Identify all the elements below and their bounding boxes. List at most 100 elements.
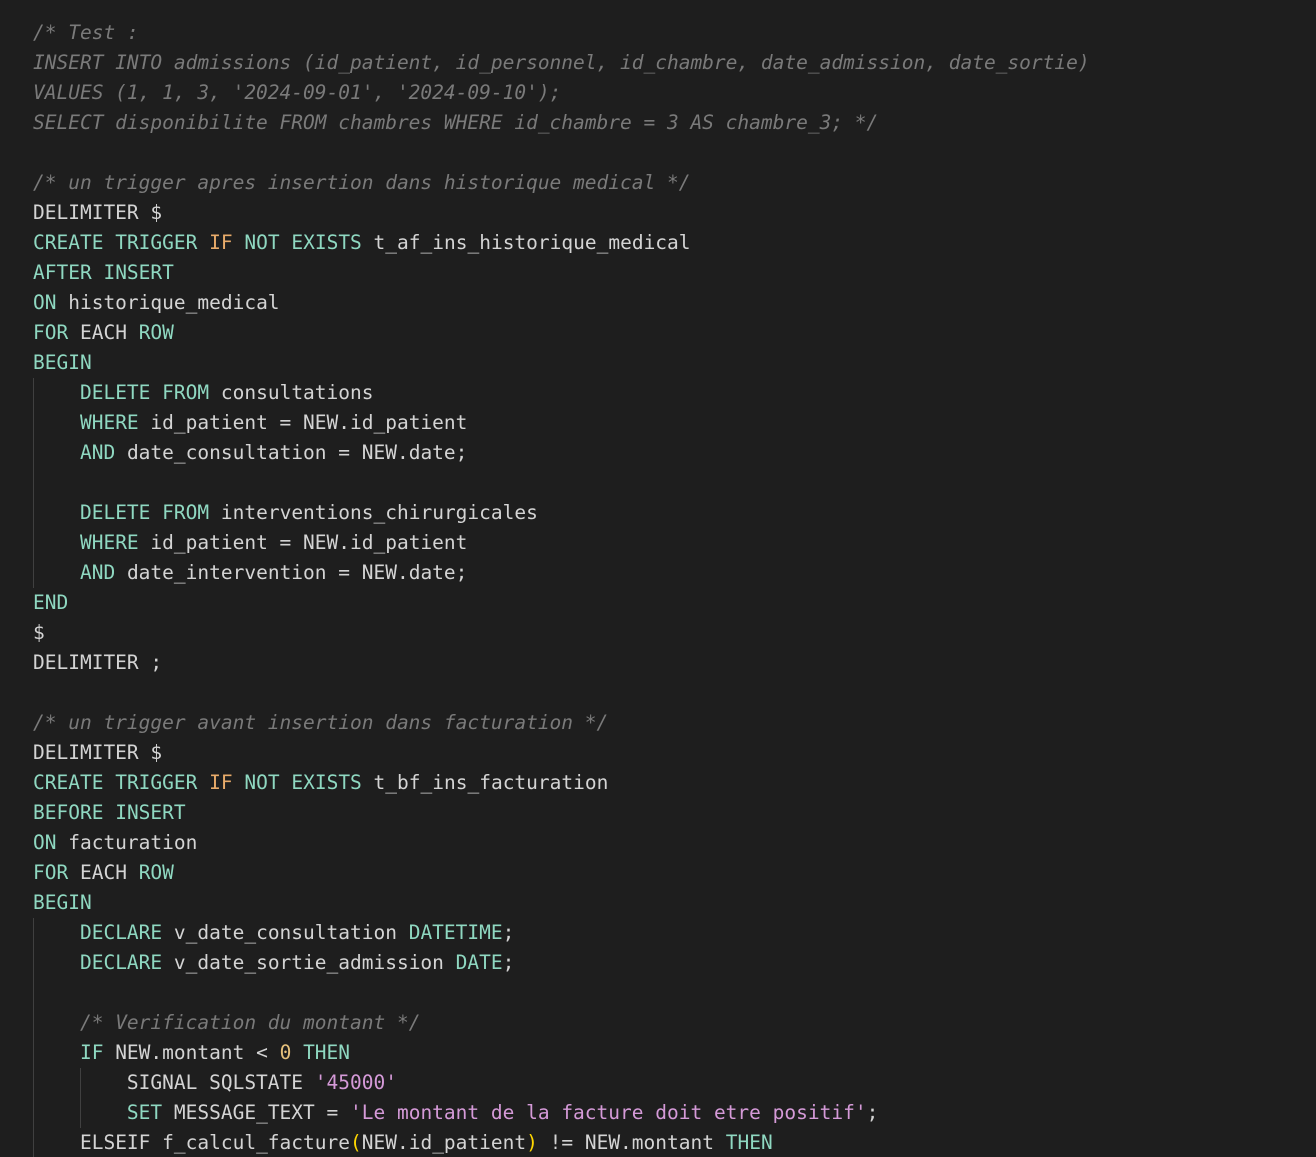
- code-token: IF: [209, 231, 233, 254]
- code-token: id_patient = NEW.id_patient: [138, 411, 468, 434]
- code-token: ROW: [138, 321, 174, 344]
- code-line[interactable]: IF NEW.montant < 0 THEN: [33, 1038, 1090, 1068]
- indent-guide: [33, 1068, 34, 1098]
- code-token: INSERT INTO admissions (id_patient, id_p…: [33, 51, 1090, 74]
- code-token: INSERT: [103, 261, 174, 284]
- code-line[interactable]: SELECT disponibilite FROM chambres WHERE…: [33, 108, 1090, 138]
- code-line[interactable]: DELIMITER $: [33, 198, 1090, 228]
- code-line[interactable]: [33, 138, 1090, 168]
- code-token: NOT: [244, 771, 280, 794]
- code-line[interactable]: DELETE FROM interventions_chirurgicales: [33, 498, 1090, 528]
- code-token: BEGIN: [33, 351, 92, 374]
- indent-guide: [33, 378, 34, 408]
- code-line[interactable]: INSERT INTO admissions (id_patient, id_p…: [33, 48, 1090, 78]
- code-line[interactable]: DELETE FROM consultations: [33, 378, 1090, 408]
- code-line[interactable]: FOR EACH ROW: [33, 318, 1090, 348]
- code-line[interactable]: [33, 468, 1090, 498]
- code-token: AND: [79, 561, 116, 584]
- code-token: THEN: [303, 1041, 351, 1064]
- indent-guide: [33, 1128, 34, 1157]
- code-token: DELIMITER $: [33, 741, 163, 764]
- code-token: SET: [126, 1101, 163, 1124]
- code-line[interactable]: WHERE id_patient = NEW.id_patient: [33, 408, 1090, 438]
- code-line[interactable]: FOR EACH ROW: [33, 858, 1090, 888]
- code-editor[interactable]: /* Test : INSERT INTO admissions (id_pati…: [0, 0, 1316, 1157]
- code-token: FOR: [33, 321, 69, 344]
- code-line[interactable]: AFTER INSERT: [33, 258, 1090, 288]
- indent-guide: [79, 1098, 81, 1128]
- code-line[interactable]: END: [33, 588, 1090, 618]
- code-token: EACH: [68, 321, 139, 344]
- code-line[interactable]: VALUES (1, 1, 3, '2024-09-01', '2024-09-…: [33, 78, 1090, 108]
- indent-guide: [33, 1038, 34, 1068]
- indent-guide: [33, 978, 34, 1008]
- indent-guide: [33, 1008, 34, 1038]
- code-token: INSERT: [115, 801, 186, 824]
- code-line[interactable]: DELIMITER ;: [33, 648, 1090, 678]
- code-line[interactable]: CREATE TRIGGER IF NOT EXISTS t_af_ins_hi…: [33, 228, 1090, 258]
- code-line[interactable]: /* Verification du montant */: [33, 1008, 1090, 1038]
- code-token: CREATE: [33, 771, 104, 794]
- code-token: AND: [79, 441, 116, 464]
- code-line[interactable]: [33, 678, 1090, 708]
- code-line[interactable]: ELSEIF f_calcul_facture(NEW.id_patient) …: [33, 1128, 1090, 1157]
- code-token: AFTER: [33, 261, 92, 284]
- code-token: 'Le montant de la facture doit etre posi…: [350, 1101, 867, 1124]
- code-line[interactable]: AND date_consultation = NEW.date;: [33, 438, 1090, 468]
- code-line[interactable]: BEGIN: [33, 888, 1090, 918]
- code-token: ;: [502, 921, 515, 944]
- code-token: WHERE: [79, 531, 139, 554]
- code-token: ;: [866, 1101, 879, 1124]
- indent-guide: [33, 918, 34, 948]
- code-token: SELECT disponibilite FROM chambres WHERE…: [33, 111, 879, 134]
- code-token: date_consultation = NEW.date;: [115, 441, 468, 464]
- code-line[interactable]: SET MESSAGE_TEXT = 'Le montant de la fac…: [33, 1098, 1090, 1128]
- code-line[interactable]: /* un trigger avant insertion dans factu…: [33, 708, 1090, 738]
- code-token: IF: [209, 771, 233, 794]
- code-line[interactable]: [33, 978, 1090, 1008]
- code-content[interactable]: /* Test : INSERT INTO admissions (id_pati…: [33, 18, 1090, 1157]
- code-token: id_patient = NEW.id_patient: [138, 531, 468, 554]
- code-line[interactable]: CREATE TRIGGER IF NOT EXISTS t_bf_ins_fa…: [33, 768, 1090, 798]
- code-token: ELSEIF f_calcul_facture: [79, 1131, 350, 1154]
- code-token: VALUES (1, 1, 3, '2024-09-01', '2024-09-…: [33, 81, 562, 104]
- code-line[interactable]: ON facturation: [33, 828, 1090, 858]
- code-token: ;: [502, 951, 515, 974]
- code-line[interactable]: /* un trigger apres insertion dans histo…: [33, 168, 1090, 198]
- code-line[interactable]: DECLARE v_date_consultation DATETIME;: [33, 918, 1090, 948]
- code-token: /* Verification du montant */: [79, 1011, 421, 1034]
- code-token: t_af_ins_historique_medical: [361, 231, 691, 254]
- code-line[interactable]: /* Test :: [33, 18, 1090, 48]
- code-token: BEFORE: [33, 801, 104, 824]
- code-token: BEGIN: [33, 891, 92, 914]
- code-token: v_date_consultation: [162, 921, 409, 944]
- code-line[interactable]: SIGNAL SQLSTATE '45000': [33, 1068, 1090, 1098]
- code-line[interactable]: BEFORE INSERT: [33, 798, 1090, 828]
- code-line[interactable]: WHERE id_patient = NEW.id_patient: [33, 528, 1090, 558]
- code-token: consultations: [209, 381, 374, 404]
- code-line[interactable]: AND date_intervention = NEW.date;: [33, 558, 1090, 588]
- code-line[interactable]: DECLARE v_date_sortie_admission DATE;: [33, 948, 1090, 978]
- code-line[interactable]: DELIMITER $: [33, 738, 1090, 768]
- code-line[interactable]: ON historique_medical: [33, 288, 1090, 318]
- code-token: TRIGGER: [115, 771, 198, 794]
- indent-guide: [33, 468, 34, 498]
- code-token: DELIMITER ;: [33, 651, 163, 674]
- code-line[interactable]: $: [33, 618, 1090, 648]
- code-line[interactable]: BEGIN: [33, 348, 1090, 378]
